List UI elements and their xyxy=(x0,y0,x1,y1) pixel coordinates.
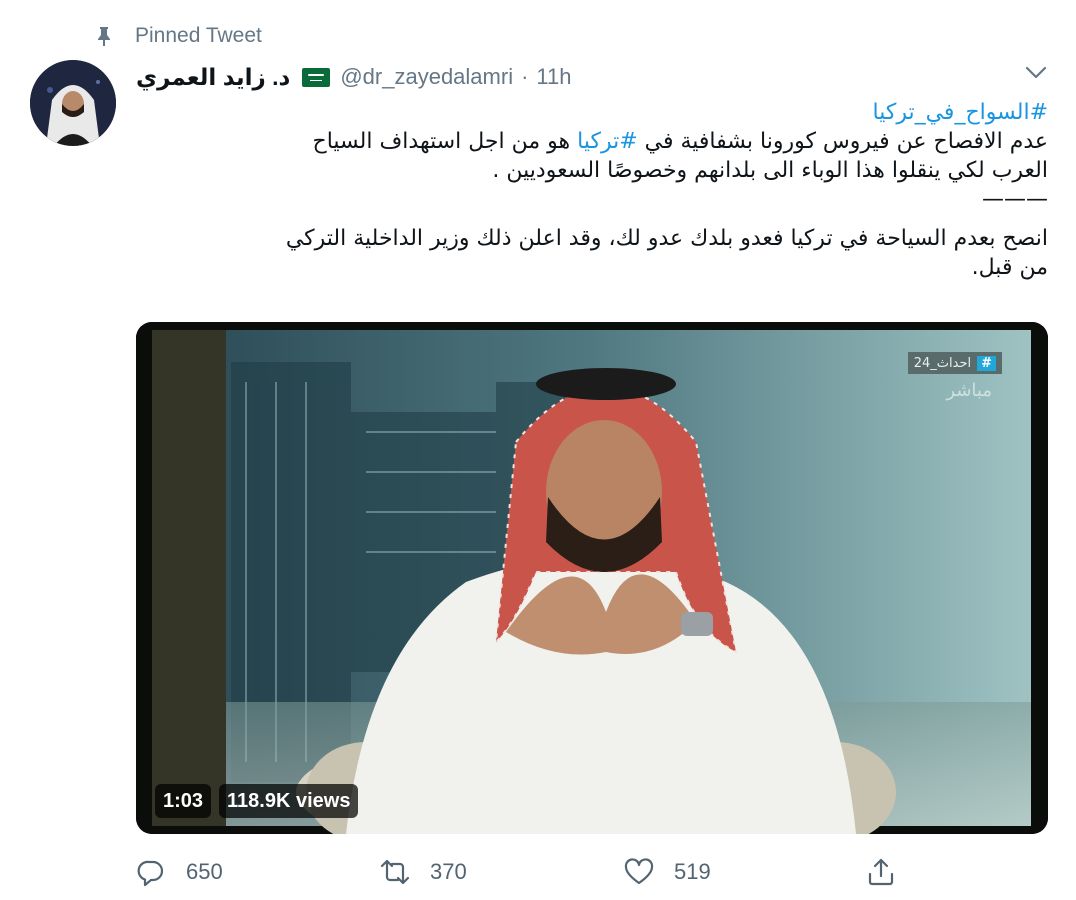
channel-name: احداث_24 xyxy=(913,355,972,371)
retweet-button[interactable]: 370 xyxy=(380,848,467,896)
tweet-text-line: انصح بعدم السياحة في تركيا فعدو بلدك عدو… xyxy=(285,226,1048,251)
like-icon xyxy=(624,858,654,885)
author-handle[interactable]: @dr_zayedalamri xyxy=(340,64,513,90)
avatar[interactable] xyxy=(30,60,116,146)
tweet-text-line: العرب لكي ينقلوا هذا الوباء الى بلدانهم … xyxy=(492,158,1048,183)
tweet-header: د. زايد العمري @dr_zayedalamri · 11h xyxy=(136,60,571,94)
share-icon xyxy=(868,858,894,886)
hashtag-link[interactable]: #تركيا xyxy=(577,129,638,154)
video-thumbnail xyxy=(136,322,1048,834)
reply-button[interactable]: 650 xyxy=(136,848,223,896)
separator-dot: · xyxy=(521,64,529,89)
video-stats: 1:03 118.9K views xyxy=(155,784,359,818)
video-duration: 1:03 xyxy=(155,784,212,818)
pin-icon xyxy=(95,25,113,47)
retweet-icon xyxy=(380,859,410,885)
channel-badge: # احداث_24 xyxy=(907,352,1002,374)
chevron-down-icon[interactable] xyxy=(1024,64,1048,82)
tweet-text: #السواح_في_تركيا عدم الافصاح عن فيروس كو… xyxy=(136,98,1048,282)
share-button[interactable] xyxy=(866,848,896,896)
tweet-text-segment: هو من اجل استهداف السياح xyxy=(312,129,578,154)
pinned-indicator: Pinned Tweet xyxy=(95,22,262,50)
tweet-actions: 650 370 519 xyxy=(136,848,1048,896)
tweet-timestamp[interactable]: 11h xyxy=(536,64,571,90)
saudi-flag-icon xyxy=(302,67,331,87)
hashtag-link[interactable]: #السواح_في_تركيا xyxy=(873,100,1048,125)
video-player[interactable]: # احداث_24 مباشر 1:03 118.9K views xyxy=(136,322,1048,834)
tweet-text-line: من قبل. xyxy=(971,255,1048,280)
reply-count: 650 xyxy=(186,859,223,884)
tweet-divider: ——— xyxy=(982,187,1048,212)
pinned-label: Pinned Tweet xyxy=(135,24,262,47)
like-button[interactable]: 519 xyxy=(624,848,711,896)
tweet-text-segment: عدم الافصاح عن فيروس كورونا بشفافية في xyxy=(637,129,1048,154)
video-views: 118.9K views xyxy=(219,784,359,818)
channel-tag: # xyxy=(977,355,996,371)
retweet-count: 370 xyxy=(430,859,467,884)
author-display-name[interactable]: د. زايد العمري xyxy=(136,64,290,91)
like-count: 519 xyxy=(674,859,711,884)
live-label: مباشر xyxy=(946,380,992,401)
reply-icon xyxy=(137,860,164,887)
